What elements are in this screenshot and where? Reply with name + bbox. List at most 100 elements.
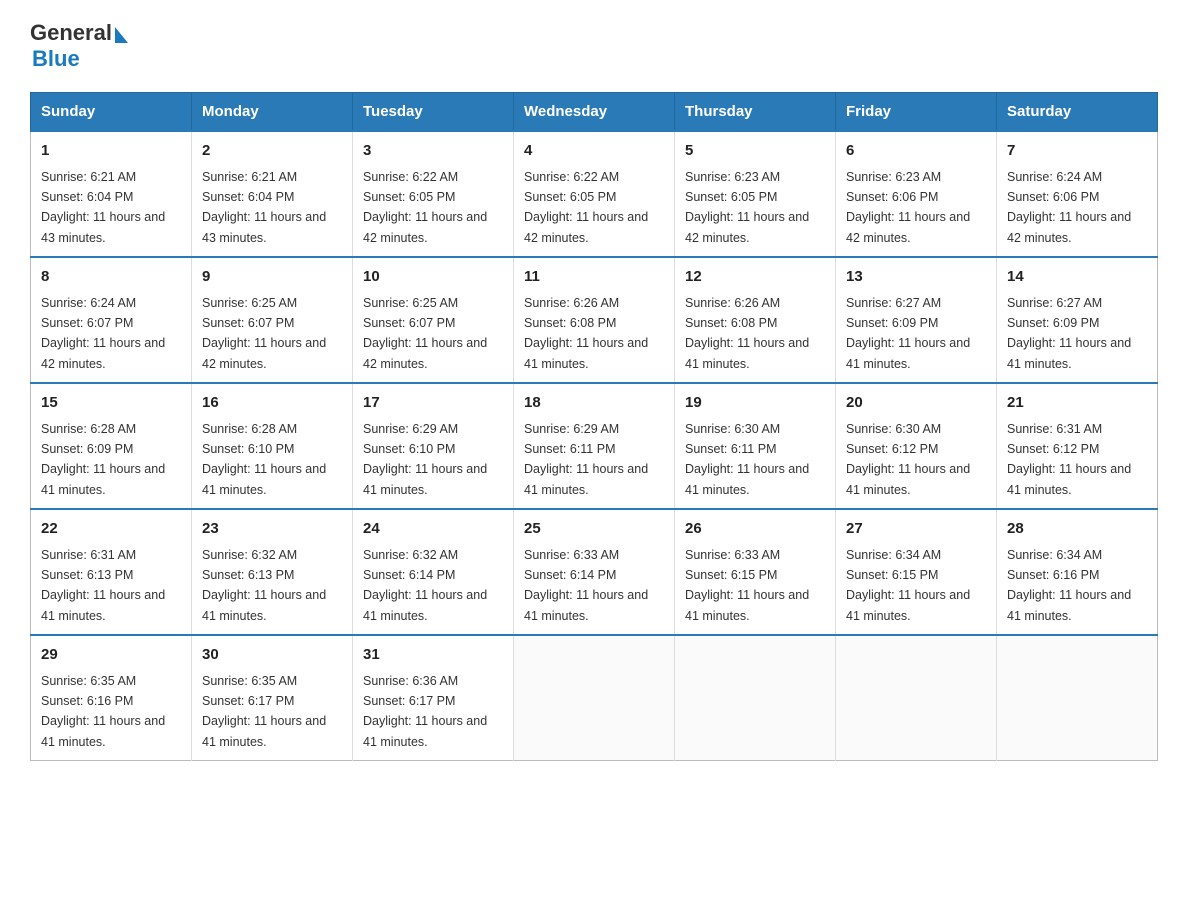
day-number: 7	[1007, 140, 1147, 163]
calendar-cell: 7 Sunrise: 6:24 AMSunset: 6:06 PMDayligh…	[997, 131, 1158, 257]
day-info: Sunrise: 6:28 AMSunset: 6:09 PMDaylight:…	[41, 422, 165, 497]
day-info: Sunrise: 6:35 AMSunset: 6:17 PMDaylight:…	[202, 674, 326, 749]
day-number: 5	[685, 140, 825, 163]
calendar-cell: 17 Sunrise: 6:29 AMSunset: 6:10 PMDaylig…	[353, 383, 514, 509]
calendar-cell: 27 Sunrise: 6:34 AMSunset: 6:15 PMDaylig…	[836, 509, 997, 635]
calendar-cell	[997, 635, 1158, 761]
day-info: Sunrise: 6:31 AMSunset: 6:12 PMDaylight:…	[1007, 422, 1131, 497]
calendar-cell: 15 Sunrise: 6:28 AMSunset: 6:09 PMDaylig…	[31, 383, 192, 509]
calendar-cell	[675, 635, 836, 761]
day-number: 28	[1007, 518, 1147, 541]
day-info: Sunrise: 6:26 AMSunset: 6:08 PMDaylight:…	[524, 296, 648, 371]
calendar-cell: 8 Sunrise: 6:24 AMSunset: 6:07 PMDayligh…	[31, 257, 192, 383]
day-info: Sunrise: 6:31 AMSunset: 6:13 PMDaylight:…	[41, 548, 165, 623]
day-info: Sunrise: 6:28 AMSunset: 6:10 PMDaylight:…	[202, 422, 326, 497]
weekday-header-thursday: Thursday	[675, 93, 836, 132]
day-number: 27	[846, 518, 986, 541]
calendar-cell: 19 Sunrise: 6:30 AMSunset: 6:11 PMDaylig…	[675, 383, 836, 509]
day-info: Sunrise: 6:23 AMSunset: 6:05 PMDaylight:…	[685, 170, 809, 245]
day-number: 26	[685, 518, 825, 541]
day-info: Sunrise: 6:33 AMSunset: 6:15 PMDaylight:…	[685, 548, 809, 623]
day-info: Sunrise: 6:23 AMSunset: 6:06 PMDaylight:…	[846, 170, 970, 245]
day-number: 31	[363, 644, 503, 667]
day-info: Sunrise: 6:34 AMSunset: 6:16 PMDaylight:…	[1007, 548, 1131, 623]
day-number: 22	[41, 518, 181, 541]
day-number: 3	[363, 140, 503, 163]
day-number: 19	[685, 392, 825, 415]
day-info: Sunrise: 6:24 AMSunset: 6:07 PMDaylight:…	[41, 296, 165, 371]
day-info: Sunrise: 6:33 AMSunset: 6:14 PMDaylight:…	[524, 548, 648, 623]
weekday-header-wednesday: Wednesday	[514, 93, 675, 132]
day-info: Sunrise: 6:22 AMSunset: 6:05 PMDaylight:…	[363, 170, 487, 245]
day-number: 1	[41, 140, 181, 163]
day-info: Sunrise: 6:34 AMSunset: 6:15 PMDaylight:…	[846, 548, 970, 623]
day-number: 16	[202, 392, 342, 415]
day-number: 8	[41, 266, 181, 289]
logo-triangle-icon	[115, 27, 128, 43]
day-info: Sunrise: 6:27 AMSunset: 6:09 PMDaylight:…	[846, 296, 970, 371]
logo: General Blue	[30, 20, 128, 72]
logo-blue-text: Blue	[32, 46, 80, 72]
calendar-cell: 14 Sunrise: 6:27 AMSunset: 6:09 PMDaylig…	[997, 257, 1158, 383]
logo-line1: General	[30, 20, 128, 46]
day-number: 14	[1007, 266, 1147, 289]
day-number: 4	[524, 140, 664, 163]
day-info: Sunrise: 6:21 AMSunset: 6:04 PMDaylight:…	[41, 170, 165, 245]
calendar-cell: 13 Sunrise: 6:27 AMSunset: 6:09 PMDaylig…	[836, 257, 997, 383]
logo-general: General	[30, 20, 112, 46]
day-number: 10	[363, 266, 503, 289]
calendar-cell: 9 Sunrise: 6:25 AMSunset: 6:07 PMDayligh…	[192, 257, 353, 383]
day-number: 23	[202, 518, 342, 541]
calendar-cell: 26 Sunrise: 6:33 AMSunset: 6:15 PMDaylig…	[675, 509, 836, 635]
weekday-header-monday: Monday	[192, 93, 353, 132]
day-info: Sunrise: 6:30 AMSunset: 6:11 PMDaylight:…	[685, 422, 809, 497]
calendar-cell: 29 Sunrise: 6:35 AMSunset: 6:16 PMDaylig…	[31, 635, 192, 761]
day-number: 25	[524, 518, 664, 541]
calendar-cell: 3 Sunrise: 6:22 AMSunset: 6:05 PMDayligh…	[353, 131, 514, 257]
day-number: 15	[41, 392, 181, 415]
day-number: 21	[1007, 392, 1147, 415]
day-info: Sunrise: 6:29 AMSunset: 6:10 PMDaylight:…	[363, 422, 487, 497]
weekday-header-friday: Friday	[836, 93, 997, 132]
calendar-cell	[836, 635, 997, 761]
day-number: 6	[846, 140, 986, 163]
calendar-cell: 30 Sunrise: 6:35 AMSunset: 6:17 PMDaylig…	[192, 635, 353, 761]
calendar-cell: 24 Sunrise: 6:32 AMSunset: 6:14 PMDaylig…	[353, 509, 514, 635]
day-info: Sunrise: 6:21 AMSunset: 6:04 PMDaylight:…	[202, 170, 326, 245]
day-number: 11	[524, 266, 664, 289]
calendar-cell: 25 Sunrise: 6:33 AMSunset: 6:14 PMDaylig…	[514, 509, 675, 635]
calendar-cell	[514, 635, 675, 761]
page-header: General Blue	[30, 20, 1158, 72]
day-number: 20	[846, 392, 986, 415]
day-number: 18	[524, 392, 664, 415]
calendar-week-row: 29 Sunrise: 6:35 AMSunset: 6:16 PMDaylig…	[31, 635, 1158, 761]
day-number: 13	[846, 266, 986, 289]
calendar-cell: 31 Sunrise: 6:36 AMSunset: 6:17 PMDaylig…	[353, 635, 514, 761]
calendar-week-row: 8 Sunrise: 6:24 AMSunset: 6:07 PMDayligh…	[31, 257, 1158, 383]
calendar-week-row: 15 Sunrise: 6:28 AMSunset: 6:09 PMDaylig…	[31, 383, 1158, 509]
weekday-header-row: SundayMondayTuesdayWednesdayThursdayFrid…	[31, 93, 1158, 132]
calendar-cell: 11 Sunrise: 6:26 AMSunset: 6:08 PMDaylig…	[514, 257, 675, 383]
day-info: Sunrise: 6:26 AMSunset: 6:08 PMDaylight:…	[685, 296, 809, 371]
day-number: 9	[202, 266, 342, 289]
calendar-cell: 21 Sunrise: 6:31 AMSunset: 6:12 PMDaylig…	[997, 383, 1158, 509]
day-number: 29	[41, 644, 181, 667]
calendar-cell: 1 Sunrise: 6:21 AMSunset: 6:04 PMDayligh…	[31, 131, 192, 257]
day-info: Sunrise: 6:27 AMSunset: 6:09 PMDaylight:…	[1007, 296, 1131, 371]
weekday-header-sunday: Sunday	[31, 93, 192, 132]
calendar-cell: 23 Sunrise: 6:32 AMSunset: 6:13 PMDaylig…	[192, 509, 353, 635]
day-info: Sunrise: 6:32 AMSunset: 6:14 PMDaylight:…	[363, 548, 487, 623]
calendar-cell: 5 Sunrise: 6:23 AMSunset: 6:05 PMDayligh…	[675, 131, 836, 257]
calendar-week-row: 22 Sunrise: 6:31 AMSunset: 6:13 PMDaylig…	[31, 509, 1158, 635]
day-info: Sunrise: 6:36 AMSunset: 6:17 PMDaylight:…	[363, 674, 487, 749]
day-info: Sunrise: 6:35 AMSunset: 6:16 PMDaylight:…	[41, 674, 165, 749]
calendar-cell: 20 Sunrise: 6:30 AMSunset: 6:12 PMDaylig…	[836, 383, 997, 509]
calendar-cell: 22 Sunrise: 6:31 AMSunset: 6:13 PMDaylig…	[31, 509, 192, 635]
day-number: 17	[363, 392, 503, 415]
calendar-cell: 18 Sunrise: 6:29 AMSunset: 6:11 PMDaylig…	[514, 383, 675, 509]
weekday-header-saturday: Saturday	[997, 93, 1158, 132]
calendar-cell: 10 Sunrise: 6:25 AMSunset: 6:07 PMDaylig…	[353, 257, 514, 383]
day-number: 30	[202, 644, 342, 667]
day-number: 12	[685, 266, 825, 289]
calendar-cell: 28 Sunrise: 6:34 AMSunset: 6:16 PMDaylig…	[997, 509, 1158, 635]
